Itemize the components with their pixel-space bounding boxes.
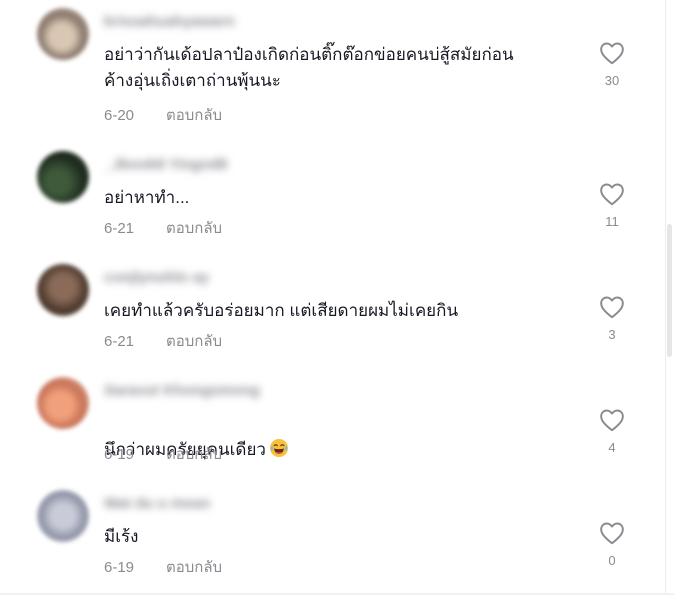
comment-username[interactable]: Saravut Khongsmong <box>104 380 260 402</box>
comment-date: 6-19 <box>104 446 135 463</box>
heart-outline-icon[interactable] <box>599 521 625 545</box>
reply-button[interactable]: ตอบกลับ <box>166 107 222 124</box>
comment-date: 6-21 <box>104 220 135 237</box>
comment-meta: 6-20 ตอบกลับ <box>104 106 222 126</box>
like-control: 4 <box>596 408 628 455</box>
like-control: 11 <box>596 182 628 229</box>
comment-meta: 6-21 ตอบกลับ <box>104 219 222 239</box>
heart-outline-icon[interactable] <box>599 182 625 206</box>
comment-date: 6-19 <box>104 559 135 576</box>
like-control: 0 <box>596 521 628 568</box>
comment-text: อย่าหาทำ... <box>104 188 190 207</box>
comment-text: อย่าว่ากันเด้อปลาป๋องเกิดก่อนติ๊กต๊อกข่อ… <box>104 45 514 90</box>
comment-item: _Jbook8 Yingnd8 อย่าหาทำ... 6-21 ตอบกลับ … <box>0 143 666 256</box>
comment-meta: 6-19 ตอบกลับ <box>104 558 222 578</box>
avatar[interactable] <box>37 377 89 429</box>
like-count: 30 <box>604 73 620 88</box>
like-count: 0 <box>608 553 616 568</box>
avatar[interactable] <box>37 264 89 316</box>
comment-date: 6-21 <box>104 333 135 350</box>
comment-date: 6-20 <box>104 107 135 124</box>
comment-text: เคยทำแล้วครับอร่อยมาก แต่เสียดายผมไม่เคย… <box>104 301 459 320</box>
comment-username[interactable]: Wat du u mean <box>104 493 210 515</box>
heart-outline-icon[interactable] <box>599 295 625 319</box>
comment-username[interactable]: conjlynuhlo ay <box>104 267 209 289</box>
comment-item: krissahuahyawarn อย่าว่ากันเด้อปลาป๋องเก… <box>0 0 666 124</box>
avatar[interactable] <box>37 151 89 203</box>
reply-button[interactable]: ตอบกลับ <box>166 220 222 237</box>
comment-meta: 6-21 ตอบกลับ <box>104 332 222 352</box>
like-count: 3 <box>608 327 616 342</box>
comment-username[interactable]: _Jbook8 Yingnd8 <box>104 154 227 176</box>
reply-button[interactable]: ตอบกลับ <box>166 446 222 463</box>
reply-button[interactable]: ตอบกลับ <box>166 333 222 350</box>
tears-of-joy-emoji-icon <box>269 439 288 457</box>
avatar[interactable] <box>37 490 89 542</box>
comment-item: conjlynuhlo ay เคยทำแล้วครับอร่อยมาก แต่… <box>0 256 666 369</box>
heart-outline-icon[interactable] <box>599 408 625 432</box>
like-control: 30 <box>596 41 628 88</box>
comment-list: krissahuahyawarn อย่าว่ากันเด้อปลาป๋องเก… <box>0 0 666 595</box>
avatar[interactable] <box>37 8 89 60</box>
comment-item: Saravut Khongsmong นึกว่าผมครัยยุคนเดียว… <box>0 369 666 482</box>
like-control: 3 <box>596 295 628 342</box>
like-count: 11 <box>605 214 619 229</box>
heart-outline-icon[interactable] <box>599 41 625 65</box>
comment-text: มีเร้ง <box>104 527 139 546</box>
scrollbar-thumb[interactable] <box>667 224 672 357</box>
comment-username[interactable]: krissahuahyawarn <box>104 11 235 33</box>
scrollbar[interactable] <box>666 0 674 595</box>
comment-item: Wat du u mean มีเร้ง 6-19 ตอบกลับ 0 <box>0 482 666 595</box>
like-count: 4 <box>608 440 616 455</box>
reply-button[interactable]: ตอบกลับ <box>166 559 222 576</box>
comment-meta: 6-19 ตอบกลับ <box>104 445 222 465</box>
